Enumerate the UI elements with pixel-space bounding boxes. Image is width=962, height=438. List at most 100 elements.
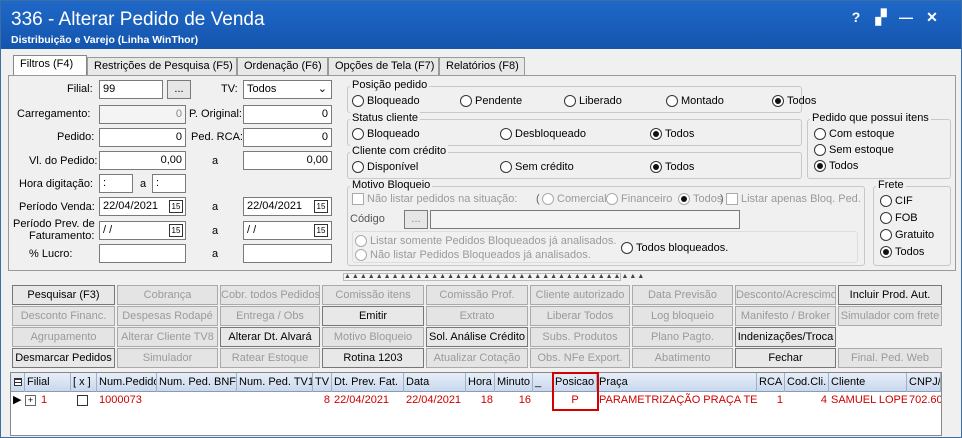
column-header-7[interactable]: Dt. Prev. Fat. bbox=[332, 373, 404, 392]
column-header-3[interactable]: Num.Pedido bbox=[97, 373, 157, 392]
column-header-1[interactable]: Filial bbox=[25, 373, 71, 392]
radio-posicao-montado[interactable]: Montado bbox=[666, 95, 724, 107]
pedido-input[interactable]: 0 bbox=[99, 128, 186, 147]
button-comissao-prof[interactable]: Comissão Prof. bbox=[426, 285, 528, 305]
tab-ordenacao[interactable]: Ordenação (F6) bbox=[237, 57, 328, 75]
button-sol-analise-credito[interactable]: Sol. Análise Crédito bbox=[426, 327, 528, 347]
codigo-input[interactable] bbox=[430, 210, 740, 229]
radio-listar-somente-analisados[interactable]: Listar somente Pedidos Bloqueados já ana… bbox=[355, 235, 616, 247]
radio-status-bloqueado[interactable]: Bloqueado bbox=[352, 128, 420, 140]
hora-from-input[interactable]: : bbox=[99, 174, 133, 193]
column-header-15[interactable]: Cod.Cli. bbox=[785, 373, 829, 392]
radio-posicao-bloqueado[interactable]: Bloqueado bbox=[352, 95, 420, 107]
restore-icon[interactable]: ▞ bbox=[870, 9, 892, 26]
button-desconto-acrescimo[interactable]: Desconto/Acrescimo bbox=[735, 285, 836, 305]
button-subs-produtos[interactable]: Subs. Produtos bbox=[530, 327, 630, 347]
expand-icon[interactable]: + bbox=[25, 395, 36, 406]
button-alterar-cliente-tv8[interactable]: Alterar Cliente TV8 bbox=[117, 327, 218, 347]
button-abatimento[interactable]: Abatimento bbox=[632, 348, 733, 368]
button-emitir[interactable]: Emitir bbox=[322, 306, 424, 326]
column-header-5[interactable]: Num. Ped. TV1 bbox=[237, 373, 313, 392]
cell-select[interactable] bbox=[71, 393, 97, 409]
button-obs-nfe-export[interactable]: Obs. NFe Export. bbox=[530, 348, 630, 368]
column-header-8[interactable]: Data bbox=[404, 373, 466, 392]
carregamento-input[interactable]: 0 bbox=[99, 105, 186, 124]
tab-restricoes[interactable]: Restrições de Pesquisa (F5) bbox=[87, 57, 237, 75]
radio-posicao-liberado[interactable]: Liberado bbox=[564, 95, 622, 107]
button-agrupamento[interactable]: Agrupamento bbox=[12, 327, 115, 347]
column-header-17[interactable]: CNPJ/ bbox=[907, 373, 941, 392]
column-header-9[interactable]: Hora bbox=[466, 373, 495, 392]
radio-itens-sem-estoque[interactable]: Sem estoque bbox=[814, 144, 894, 156]
radio-frete-gratuito[interactable]: Gratuito bbox=[880, 229, 934, 241]
column-header-14[interactable]: RCA bbox=[757, 373, 785, 392]
column-header-10[interactable]: Minuto bbox=[495, 373, 533, 392]
column-header-13[interactable]: Praça bbox=[597, 373, 757, 392]
ped-rca-input[interactable]: 0 bbox=[243, 128, 332, 147]
calendar-icon[interactable]: 15 bbox=[169, 224, 183, 237]
button-simulador[interactable]: Simulador bbox=[117, 348, 218, 368]
button-data-previsao[interactable]: Data Previsão bbox=[632, 285, 733, 305]
radio-sit-comercial[interactable]: Comercial bbox=[542, 193, 607, 205]
button-fechar[interactable]: Fechar bbox=[735, 348, 836, 368]
button-simulador-com-frete[interactable]: Simulador com frete bbox=[838, 306, 942, 326]
button-motivo-bloqueio[interactable]: Motivo Bloqueio bbox=[322, 327, 424, 347]
button-pesquisar-f3[interactable]: Pesquisar (F3) bbox=[12, 285, 115, 305]
panel-splitter[interactable]: ▲▲▲▲▲▲▲▲▲▲▲▲▲▲▲▲▲▲▲▲▲▲▲▲▲▲▲▲▲▲▲▲▲▲▲▲▲▲ bbox=[343, 273, 644, 281]
tab-relatorios[interactable]: Relatórios (F8) bbox=[439, 57, 525, 75]
radio-credito-disponivel[interactable]: Disponível bbox=[352, 161, 418, 173]
column-header-2[interactable]: [ x ] bbox=[71, 373, 97, 392]
close-icon[interactable]: ✕ bbox=[921, 9, 943, 26]
p-original-input[interactable]: 0 bbox=[243, 105, 332, 124]
button-log-bloqueio[interactable]: Log bloqueio bbox=[632, 306, 733, 326]
table-row[interactable]: ▶ + 1 1000073 8 22/04/2021 22/04/2021 18… bbox=[11, 393, 941, 409]
button-extrato[interactable]: Extrato bbox=[426, 306, 528, 326]
filial-search-button[interactable]: ... bbox=[167, 80, 191, 99]
radio-sit-financeiro[interactable]: Financeiro bbox=[606, 193, 672, 205]
tab-filtros[interactable]: Filtros (F4) bbox=[13, 55, 87, 76]
button-cobr-todos-pedidos[interactable]: Cobr. todos Pedidos bbox=[220, 285, 320, 305]
radio-frete-todos[interactable]: Todos bbox=[880, 246, 924, 258]
radio-itens-com-estoque[interactable]: Com estoque bbox=[814, 128, 894, 140]
button-comissao-itens[interactable]: Comissão itens bbox=[322, 285, 424, 305]
radio-status-desbloqueado[interactable]: Desbloqueado bbox=[500, 128, 586, 140]
codigo-search-button[interactable]: ... bbox=[404, 210, 428, 229]
listar-apenas-checkbox[interactable]: Listar apenas Bloq. Ped. bbox=[726, 193, 861, 205]
radio-nao-listar-analisados[interactable]: Não listar Pedidos Bloqueados já analisa… bbox=[355, 249, 591, 261]
column-header-11[interactable]: _ bbox=[533, 373, 553, 392]
button-atualizar-cotacao[interactable]: Atualizar Cotação bbox=[426, 348, 528, 368]
lucro-to-input[interactable] bbox=[243, 244, 332, 263]
column-header-6[interactable]: TV bbox=[313, 373, 332, 392]
radio-credito-todos[interactable]: Todos bbox=[650, 161, 694, 173]
radio-posicao-todos[interactable]: Todos bbox=[772, 95, 816, 107]
radio-sit-todos[interactable]: Todos bbox=[678, 193, 722, 205]
hora-to-input[interactable]: : bbox=[152, 174, 186, 193]
button-manifesto-broker[interactable]: Manifesto / Broker bbox=[735, 306, 836, 326]
calendar-icon[interactable]: 15 bbox=[314, 200, 328, 213]
calendar-icon[interactable]: 15 bbox=[314, 224, 328, 237]
button-final-ped-web[interactable]: Final. Ped. Web bbox=[838, 348, 942, 368]
button-desconto-financ[interactable]: Desconto Financ. bbox=[12, 306, 115, 326]
button-rotina-1203[interactable]: Rotina 1203 bbox=[322, 348, 424, 368]
button-alterar-dt-alvara[interactable]: Alterar Dt. Alvará bbox=[220, 327, 320, 347]
radio-itens-todos[interactable]: Todos bbox=[814, 160, 858, 172]
column-header-4[interactable]: Num. Ped. BNF bbox=[157, 373, 237, 392]
tv-select[interactable]: Todos ⌄ bbox=[243, 80, 332, 99]
radio-credito-sem-credito[interactable]: Sem crédito bbox=[500, 161, 574, 173]
grid-menu-icon[interactable] bbox=[14, 378, 22, 386]
tab-opcoes-tela[interactable]: Opções de Tela (F7) bbox=[328, 57, 439, 75]
filial-input[interactable]: 99 bbox=[99, 80, 163, 99]
button-despesas-rodape[interactable]: Despesas Rodapé bbox=[117, 306, 218, 326]
help-icon[interactable]: ? bbox=[845, 9, 867, 25]
button-plano-pagto[interactable]: Plano Pagto. bbox=[632, 327, 733, 347]
button-incluir-prod-aut[interactable]: Incluir Prod. Aut. bbox=[838, 285, 942, 305]
button-entrega-obs[interactable]: Entrega / Obs bbox=[220, 306, 320, 326]
radio-frete-cif[interactable]: CIF bbox=[880, 195, 913, 207]
radio-status-todos[interactable]: Todos bbox=[650, 128, 694, 140]
calendar-icon[interactable]: 15 bbox=[169, 200, 183, 213]
nao-listar-checkbox[interactable]: Não listar pedidos na situação: bbox=[352, 193, 517, 205]
button-ratear-estoque[interactable]: Ratear Estoque bbox=[220, 348, 320, 368]
minimize-icon[interactable]: — bbox=[895, 9, 917, 25]
lucro-from-input[interactable] bbox=[99, 244, 186, 263]
button-liberar-todos[interactable]: Liberar Todos bbox=[530, 306, 630, 326]
